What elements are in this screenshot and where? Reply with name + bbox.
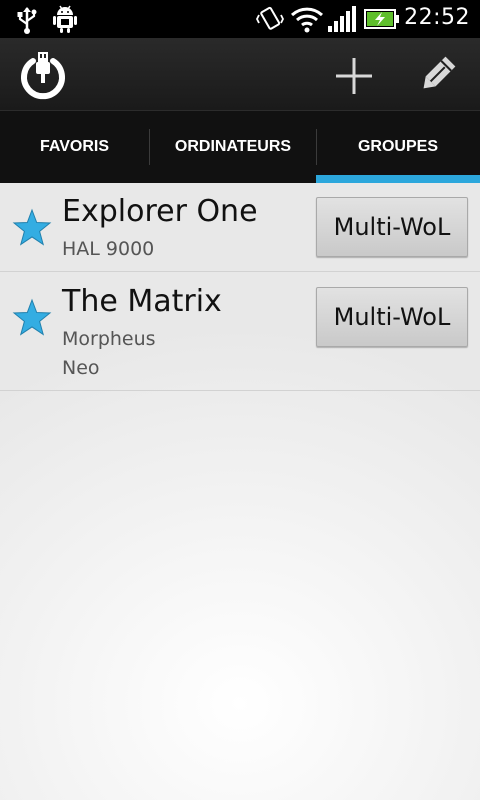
group-list: Explorer One HAL 9000 Multi-WoL The Matr… <box>0 182 480 391</box>
group-name: Explorer One <box>62 194 258 229</box>
tab-ordinateurs[interactable]: ORDINATEURS <box>150 111 316 183</box>
tab-bar: FAVORIS ORDINATEURS GROUPES <box>0 110 480 183</box>
star-icon[interactable] <box>12 298 52 338</box>
edit-icon[interactable] <box>416 54 458 96</box>
status-time: 22:52 <box>404 5 470 30</box>
group-member: HAL 9000 <box>62 238 155 260</box>
group-member: Morpheus <box>62 328 156 350</box>
group-name: The Matrix <box>62 284 222 319</box>
list-item[interactable]: The Matrix Morpheus Neo Multi-WoL <box>0 272 480 391</box>
list-item[interactable]: Explorer One HAL 9000 Multi-WoL <box>0 182 480 272</box>
group-member: Neo <box>62 357 100 379</box>
signal-icon <box>328 6 356 32</box>
add-icon[interactable] <box>334 56 374 96</box>
power-usb-icon[interactable] <box>18 50 68 100</box>
android-debug-icon <box>53 5 77 33</box>
multi-wol-button[interactable]: Multi-WoL <box>316 287 468 347</box>
action-bar <box>0 38 480 110</box>
multi-wol-button[interactable]: Multi-WoL <box>316 197 468 257</box>
tab-favoris[interactable]: FAVORIS <box>0 111 149 183</box>
wifi-icon <box>290 7 324 33</box>
tab-groupes[interactable]: GROUPES <box>316 111 480 183</box>
battery-charging-icon <box>364 9 399 29</box>
usb-icon <box>17 7 37 34</box>
status-bar: 22:52 <box>0 0 480 38</box>
star-icon[interactable] <box>12 208 52 248</box>
vibrate-icon <box>256 6 284 30</box>
